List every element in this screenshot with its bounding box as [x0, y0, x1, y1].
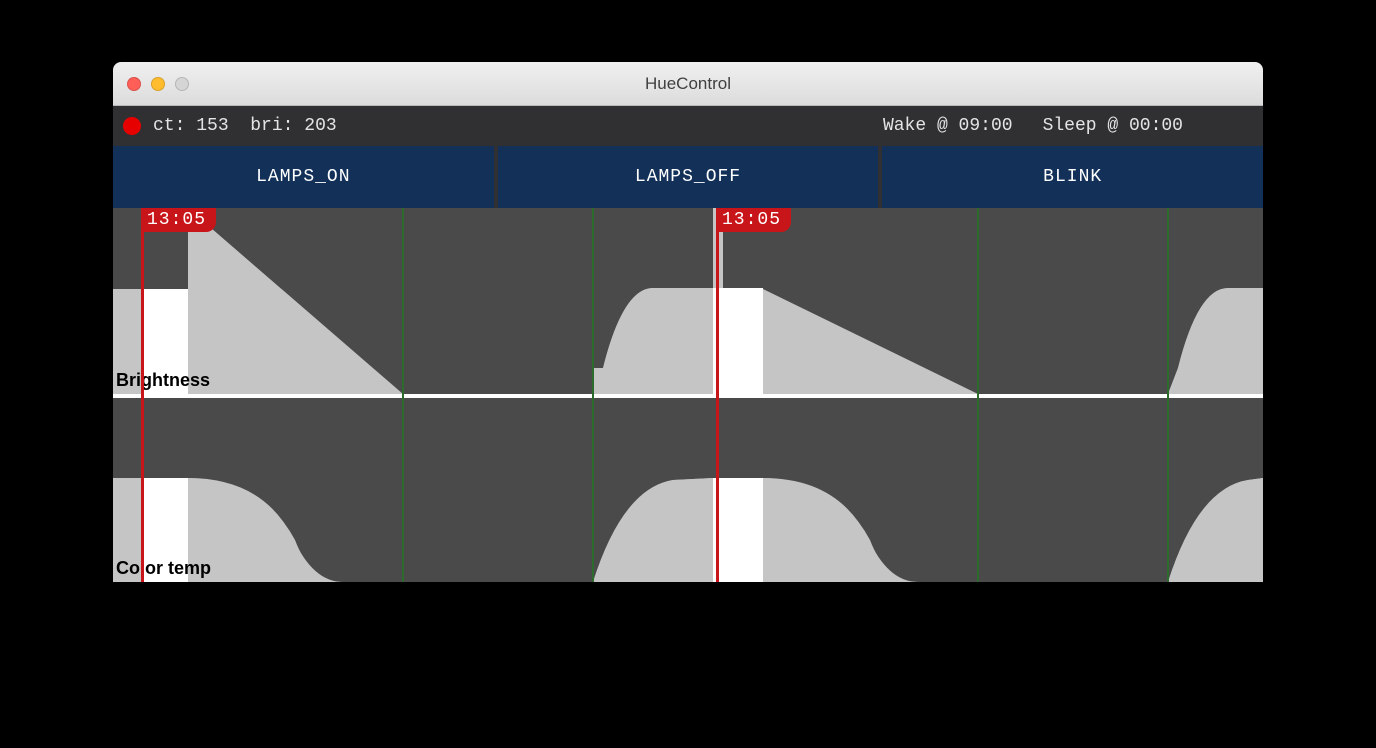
tab-lamps-off[interactable]: LAMPS_OFF — [498, 146, 883, 208]
record-indicator-icon — [123, 117, 141, 135]
time-marker-1[interactable]: 13:05 — [141, 208, 144, 582]
chart-svg — [113, 208, 1263, 582]
tab-lamps-on[interactable]: LAMPS_ON — [113, 146, 498, 208]
wake-label: Wake @ 09:00 — [883, 116, 1013, 136]
brightness-label: Brightness — [116, 370, 210, 391]
mode-tabs: LAMPS_ON LAMPS_OFF BLINK — [113, 146, 1263, 208]
status-text: ct: 153 bri: 203 — [153, 116, 337, 136]
time-marker-2[interactable]: 13:05 — [716, 208, 719, 582]
color-temp-label: Color temp — [116, 558, 211, 579]
status-bar: ct: 153 bri: 203 Wake @ 09:00 Sleep @ 00… — [113, 106, 1263, 146]
time-badge-1: 13:05 — [141, 208, 216, 232]
sleep-label: Sleep @ 00:00 — [1043, 116, 1183, 136]
titlebar[interactable]: HueControl — [113, 62, 1263, 106]
timeline-charts[interactable]: Brightness Color temp 13:05 13:05 — [113, 208, 1263, 582]
time-badge-2: 13:05 — [716, 208, 791, 232]
app-window: HueControl ct: 153 bri: 203 Wake @ 09:00… — [113, 62, 1263, 582]
tab-blink[interactable]: BLINK — [882, 146, 1263, 208]
window-title: HueControl — [113, 74, 1263, 94]
